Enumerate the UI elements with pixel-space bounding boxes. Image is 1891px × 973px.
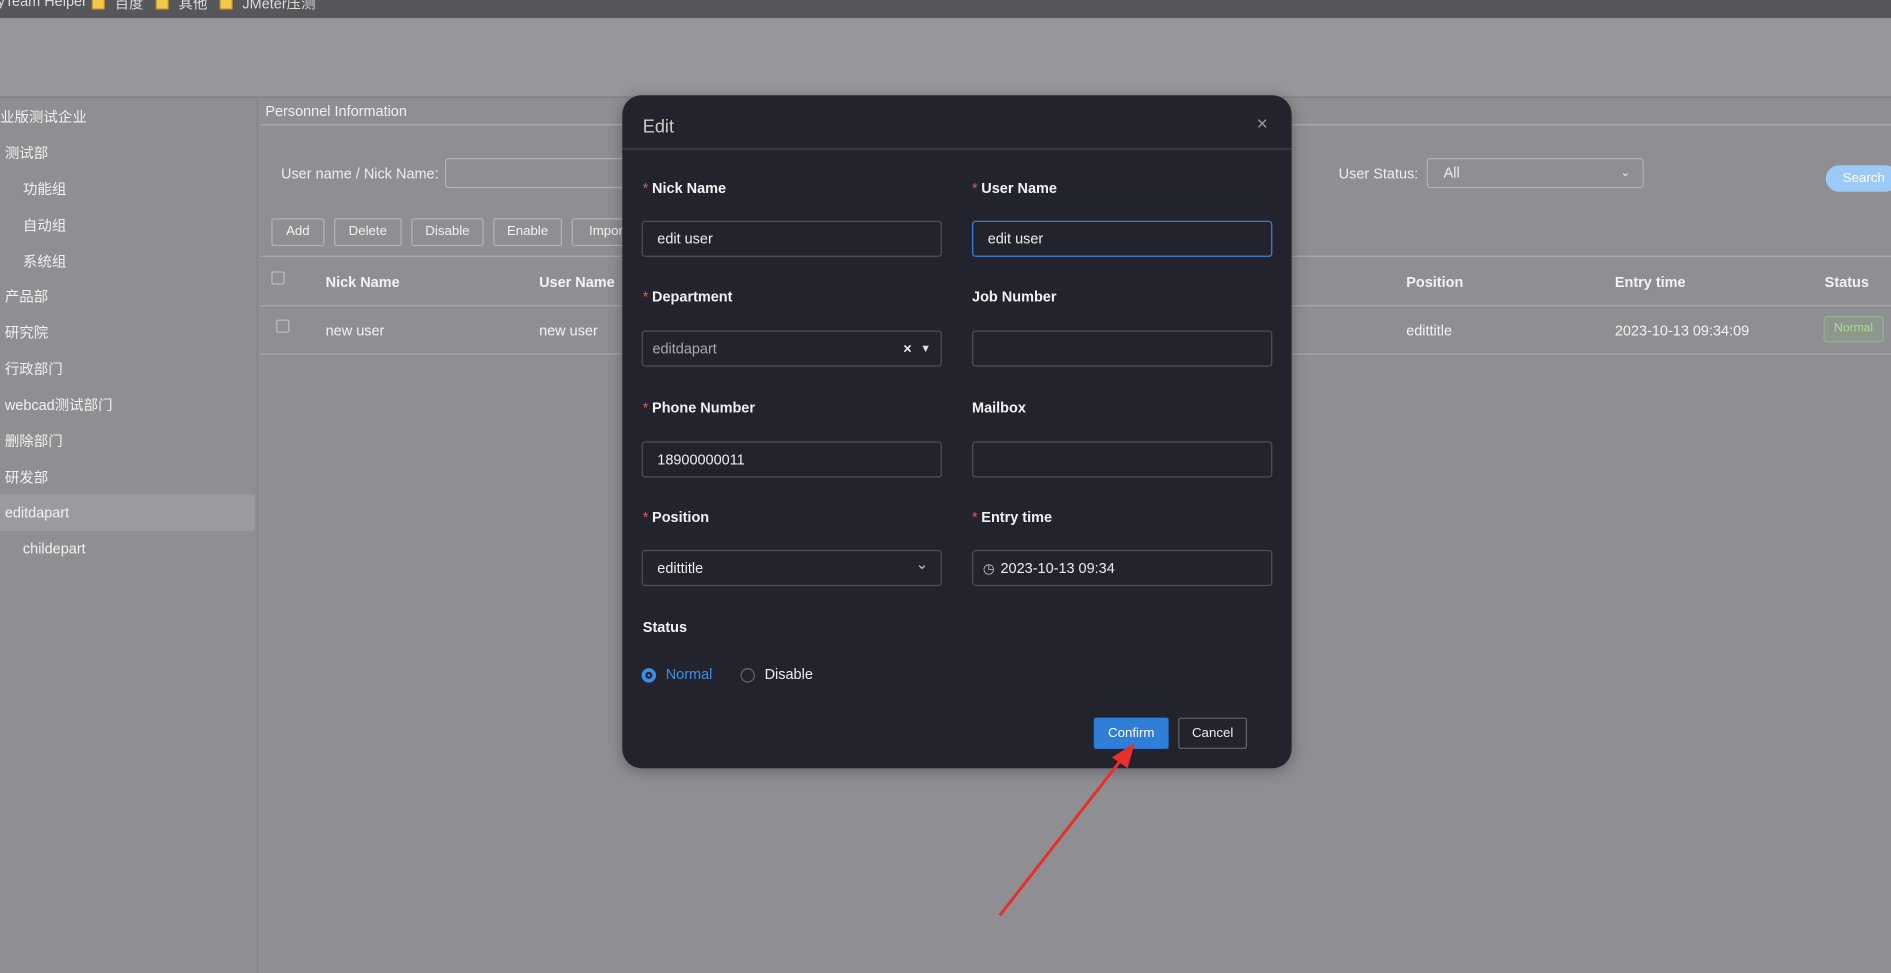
annotation-arrow-icon [998,742,1135,917]
